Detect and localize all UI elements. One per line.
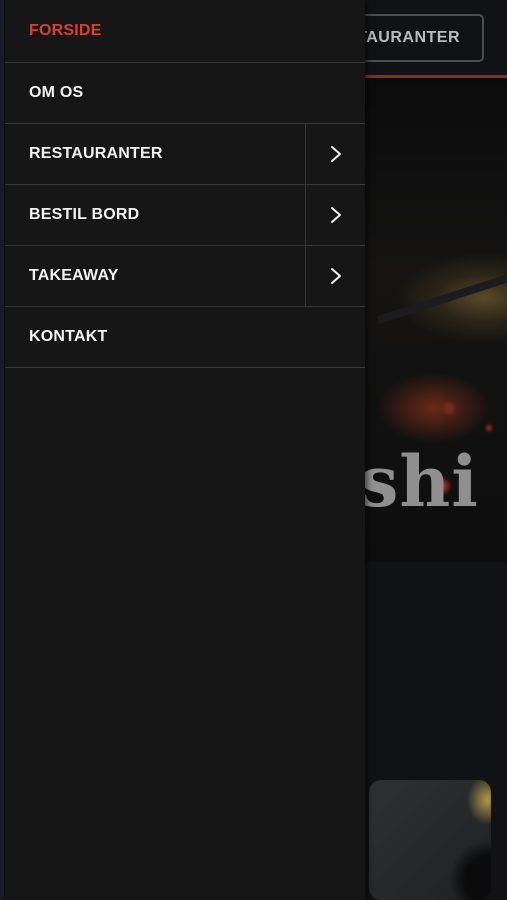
submenu-toggle-restauranter[interactable] (305, 124, 365, 184)
menu-item-label: RESTAURANTER (29, 145, 163, 162)
menu-item-takeaway[interactable]: TAKEAWAY (5, 246, 365, 307)
chevron-right-icon (330, 268, 341, 284)
menu-item-restauranter[interactable]: RESTAURANTER (5, 124, 365, 185)
submenu-toggle-takeaway[interactable] (305, 246, 365, 306)
menu-item-bestil-bord[interactable]: BESTIL BORD (5, 185, 365, 246)
menu-item-label: BESTIL BORD (29, 206, 140, 223)
navigation-drawer: FORSIDE OM OS RESTAURANTER BESTIL BORD T… (5, 0, 365, 900)
chevron-right-icon (330, 207, 341, 223)
menu-item-kontakt[interactable]: KONTAKT (5, 307, 365, 368)
submenu-toggle-bestil-bord[interactable] (305, 185, 365, 245)
menu-item-om-os[interactable]: OM OS (5, 63, 365, 124)
menu-item-label: FORSIDE (29, 22, 102, 39)
content-card-image[interactable] (369, 780, 491, 900)
menu-item-label: KONTAKT (29, 328, 108, 345)
restaurants-header-button-label: TAURANTER (357, 29, 460, 46)
menu-item-label: TAKEAWAY (29, 267, 119, 284)
menu-item-label: OM OS (29, 84, 84, 101)
menu-item-forside[interactable]: FORSIDE (5, 0, 365, 63)
chevron-right-icon (330, 146, 341, 162)
hero-title: shi (359, 440, 479, 523)
